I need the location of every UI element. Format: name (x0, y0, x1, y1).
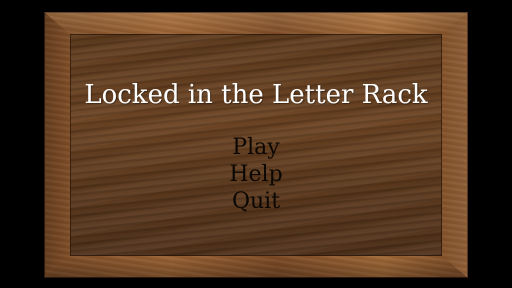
frame-bevel-bottom (44, 256, 468, 278)
game-title: Locked in the Letter Rack (84, 80, 428, 110)
frame-bevel-left (44, 12, 70, 278)
main-menu: Play Help Quit (70, 134, 442, 215)
play-button[interactable]: Play (232, 134, 279, 161)
wooden-frame: Locked in the Letter Rack Play Help Quit (44, 12, 468, 278)
menu-panel: Locked in the Letter Rack Play Help Quit (70, 34, 442, 256)
game-screen: Locked in the Letter Rack Play Help Quit (0, 0, 512, 288)
frame-bevel-right (442, 12, 468, 278)
help-button[interactable]: Help (229, 161, 282, 188)
frame-bevel-top (44, 12, 468, 34)
quit-button[interactable]: Quit (232, 188, 280, 215)
